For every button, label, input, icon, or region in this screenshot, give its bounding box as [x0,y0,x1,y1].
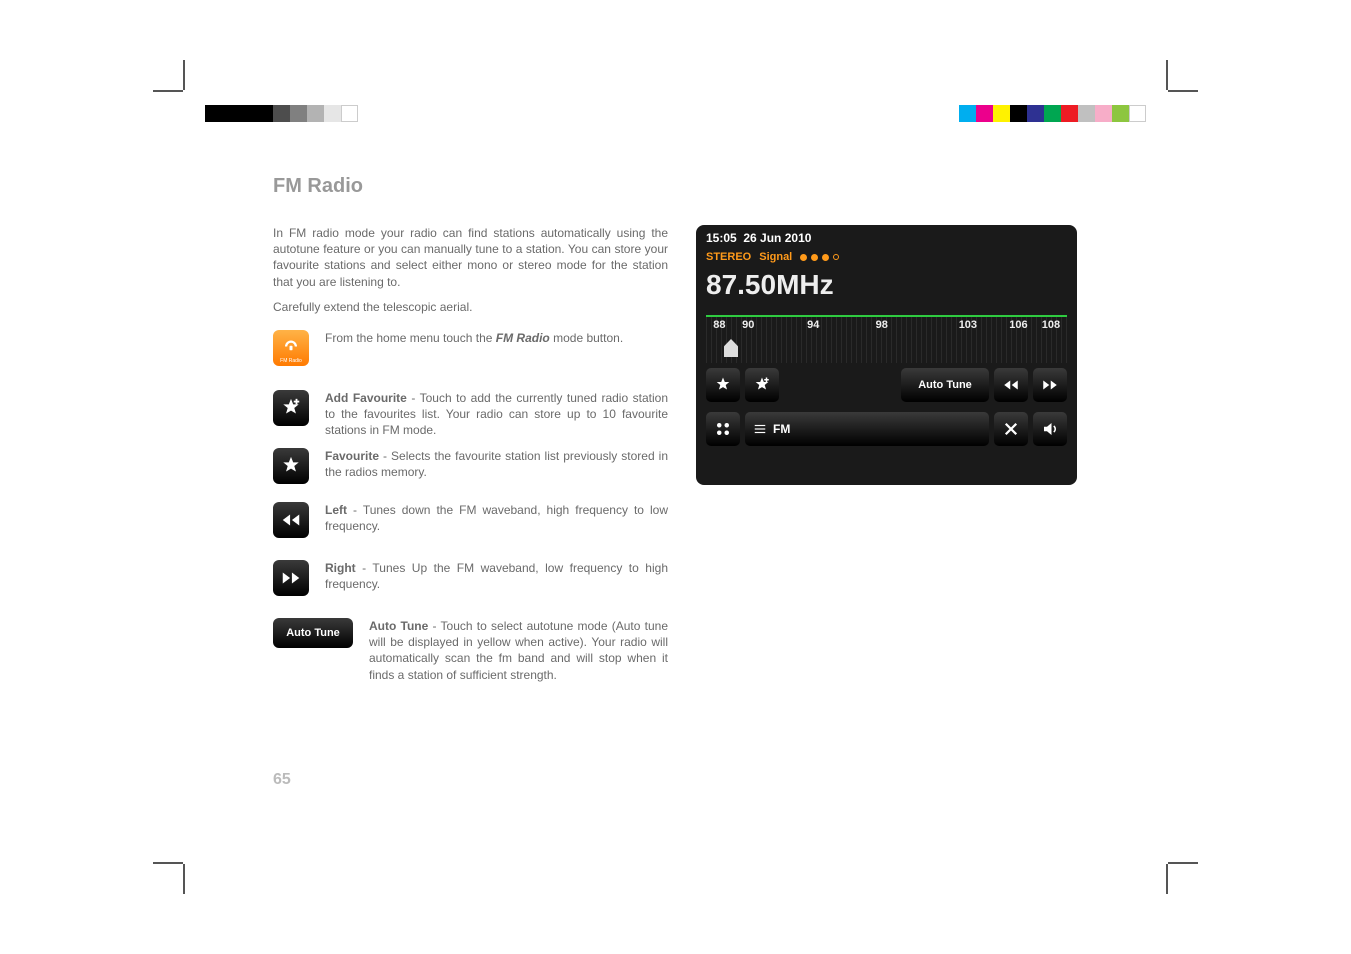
row-addfav: Add Favourite - Touch to add the current… [273,390,668,439]
fm-radio-icon: FM Radio [273,330,309,366]
row-fav: Favourite - Selects the favourite statio… [273,448,668,484]
calibration-bar-left [205,105,358,122]
tune-left-button[interactable] [994,368,1028,402]
screen-time: 15:05 [706,231,737,245]
row-right: Right - Tunes Up the FM waveband, low fr… [273,560,668,596]
addfav-text: Add Favourite - Touch to add the current… [325,390,668,439]
star-icon [273,448,309,484]
signal-label: Signal [759,251,792,263]
apps-button[interactable] [706,412,740,446]
autotune-button-doc: Auto Tune [273,618,353,648]
frequency-dial[interactable]: 88 90 94 98 103 106 108 [706,315,1067,363]
intro-text: In FM radio mode your radio can find sta… [273,225,668,290]
aerial-text: Carefully extend the telescopic aerial. [273,300,668,314]
fm-menu-button[interactable]: FM [745,412,989,446]
fmradio-text: From the home menu touch the FM Radio mo… [325,330,668,346]
screen-date: 26 Jun 2010 [743,231,811,245]
calibration-bar-right [959,105,1146,122]
star-plus-icon [273,390,309,426]
radio-screen: 15:05 26 Jun 2010 STEREO Signal 87.50MHz… [696,225,1077,485]
row-fmradio: FM Radio From the home menu touch the FM… [273,330,668,366]
right-text: Right - Tunes Up the FM waveband, low fr… [325,560,668,592]
left-text: Left - Tunes down the FM waveband, high … [325,502,668,534]
volume-button[interactable] [1033,412,1067,446]
frequency-display: 87.50MHz [696,267,1077,315]
add-favourite-button[interactable] [745,368,779,402]
stereo-label: STEREO [706,251,751,263]
dial-pointer[interactable] [724,339,738,357]
favourite-button[interactable] [706,368,740,402]
page-number: 65 [273,771,291,789]
fav-text: Favourite - Selects the favourite statio… [325,448,668,480]
close-button[interactable] [994,412,1028,446]
signal-dots [800,254,839,261]
autotune-text: Auto Tune - Touch to select autotune mod… [369,618,668,683]
page-title: FM Radio [273,175,363,198]
rewind-icon [273,502,309,538]
forward-icon [273,560,309,596]
autotune-button[interactable]: Auto Tune [901,368,989,402]
tune-right-button[interactable] [1033,368,1067,402]
row-autotune: Auto Tune Auto Tune - Touch to select au… [273,618,668,683]
row-left: Left - Tunes down the FM waveband, high … [273,502,668,538]
